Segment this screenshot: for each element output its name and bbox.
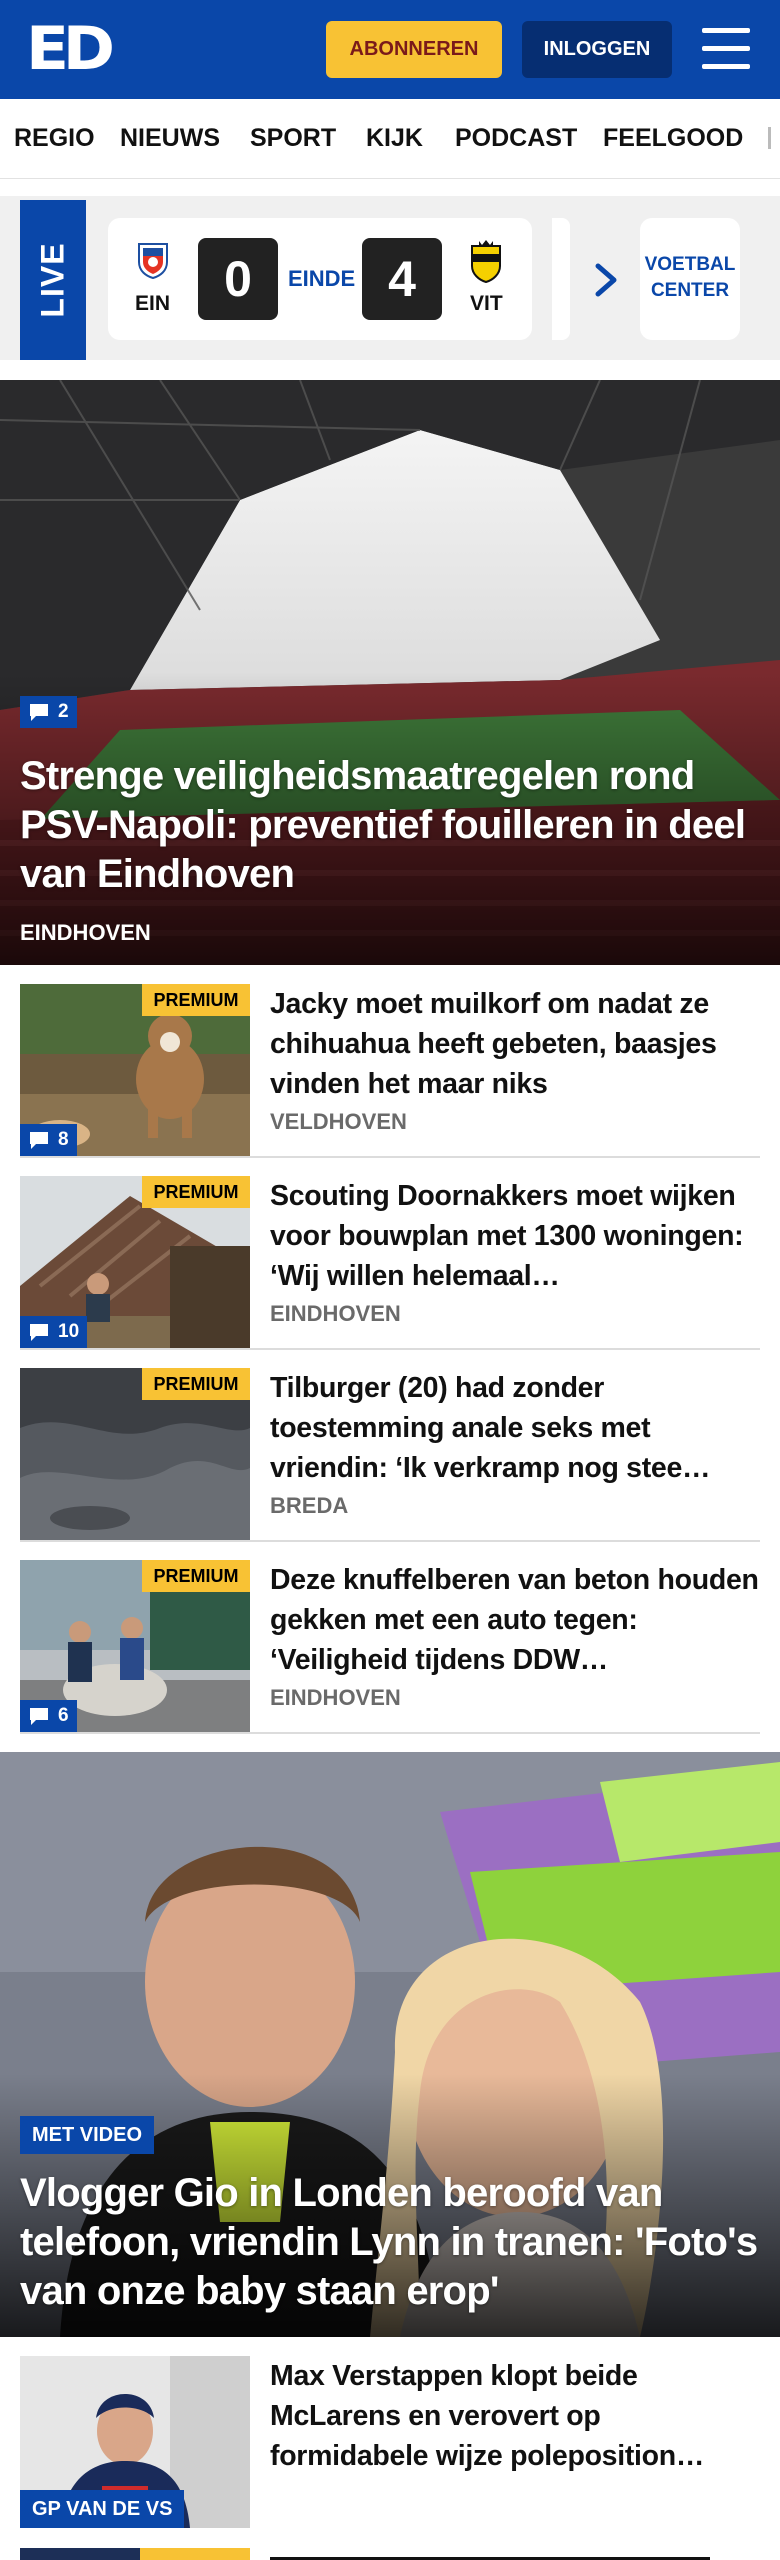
comment-count: 8 (58, 1129, 69, 1150)
article-item[interactable]: PREMIUM 8 Jacky moet muilkorf om nadat z… (20, 984, 760, 1158)
article-title: Tilburger (20) had zonder toestemming an… (270, 1372, 711, 1484)
article-item[interactable]: PREMIUM 6 Deze knuffelberen van beton ho… (20, 1560, 760, 1734)
home-team-code: EIN (135, 292, 171, 315)
chevron-right-icon[interactable] (592, 260, 622, 300)
nav-item-regio[interactable]: REGIO (14, 124, 95, 153)
article-title: Scouting Doornakkers moet wijken voor bo… (270, 1180, 744, 1292)
article-title: Deze knuffelberen van beton houden gekke… (270, 1564, 759, 1676)
premium-badge: PREMIUM (142, 984, 250, 1016)
nav-item-nieuws[interactable]: NIEUWS (120, 124, 220, 153)
article-thumbnail: GP VAN DE VS (20, 2356, 250, 2528)
nav-item-feelgood[interactable]: FEELGOOD (603, 124, 743, 153)
home-score: 0 (198, 238, 278, 320)
vitesse-crest-icon (471, 240, 501, 284)
comment-count: 2 (58, 701, 69, 722)
premium-badge: PREMIUM (142, 1176, 250, 1208)
next-match-card-edge[interactable] (552, 218, 570, 340)
nav-item-sport[interactable]: SPORT (250, 124, 336, 153)
comment-count-badge: 10 (20, 1316, 88, 1348)
nav-overflow-indicator (768, 127, 771, 149)
comment-count: 6 (58, 1705, 69, 1726)
article-item[interactable]: PREMIUM Tilburger (20) had zonder toeste… (20, 1368, 760, 1542)
top-header: ED ABONNEREN INLOGGEN (0, 0, 780, 99)
video-feature-article[interactable]: MET VIDEO Vlogger Gio in Londen beroofd … (0, 1752, 780, 2337)
voetbal-center-link[interactable]: VOETBAL CENTER (640, 218, 740, 340)
comment-count: 10 (58, 1321, 80, 1342)
comment-icon (30, 1324, 48, 1341)
article-title: Jacky moet muilkorf om nadat ze chihuahu… (270, 988, 717, 1100)
premium-badge: PREMIUM (142, 1368, 250, 1400)
voetbal-center-line2: CENTER (650, 280, 730, 301)
video-badge: MET VIDEO (20, 2116, 155, 2154)
logo-text: ED (26, 14, 115, 84)
nav-item-kijk[interactable]: KIJK (366, 124, 423, 153)
article-title: Max Verstappen klopt beide McLarens en v… (270, 2360, 705, 2472)
hero-location: EINDHOVEN (20, 920, 151, 945)
article-location: VELDHOVEN (270, 1109, 407, 1134)
premium-badge: PREMIUM (142, 1560, 250, 1592)
article-thumbnail: PREMIUM 8 (20, 984, 250, 1156)
ed-logo[interactable]: ED (26, 14, 115, 84)
subscribe-button[interactable]: ABONNEREN (326, 21, 502, 78)
login-button[interactable]: INLOGGEN (522, 21, 672, 78)
feature-title: Vlogger Gio in Londen beroofd van telefo… (20, 2171, 758, 2313)
comment-count-badge: 2 (20, 696, 77, 728)
hamburger-menu-icon[interactable] (700, 26, 752, 72)
comment-icon (30, 1708, 48, 1725)
article-thumbnail: PREMIUM 6 (20, 1560, 250, 1732)
away-score: 4 (362, 238, 442, 320)
next-article-title-peek (270, 2548, 730, 2560)
comment-count-badge: 8 (20, 1124, 77, 1156)
article-location: BREDA (270, 1493, 349, 1518)
article-item[interactable]: GP VAN DE VS Max Verstappen klopt beide … (20, 2356, 760, 2530)
nav-item-podcast[interactable]: PODCAST (455, 124, 577, 153)
comment-icon (30, 1132, 48, 1149)
live-badge: LIVE (20, 200, 86, 360)
next-premium-badge-peek (140, 2548, 250, 2560)
article-location: EINDHOVEN (270, 1301, 401, 1326)
away-team-code: VIT (470, 292, 503, 315)
section-nav: REGIO NIEUWS SPORT KIJK PODCAST FEELGOOD (0, 99, 780, 179)
article-thumbnail: PREMIUM 10 (20, 1176, 250, 1348)
live-label: LIVE (34, 242, 71, 318)
psv-crest-icon (138, 243, 168, 280)
article-item[interactable]: PREMIUM 10 Scouting Doornakkers moet wij… (20, 1176, 760, 1350)
hero-title: Strenge veiligheidsmaatregelen rond PSV-… (20, 754, 746, 896)
match-status: EINDE (288, 266, 356, 291)
article-thumbnail: PREMIUM (20, 1368, 250, 1540)
gp-badge: GP VAN DE VS (20, 2490, 185, 2528)
article-location: EINDHOVEN (270, 1685, 401, 1710)
comment-count-badge: 6 (20, 1700, 77, 1732)
voetbal-center-line1: VOETBAL (644, 254, 736, 275)
comment-icon (30, 704, 48, 721)
hero-article[interactable]: 2 Strenge veiligheidsmaatregelen rond PS… (0, 380, 780, 965)
